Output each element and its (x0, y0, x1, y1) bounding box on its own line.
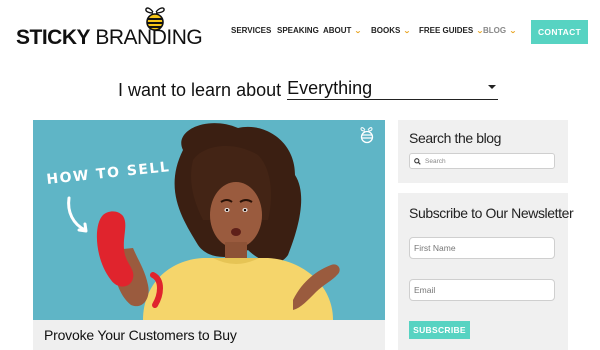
newsletter-widget: Subscribe to Our Newsletter First Name E… (398, 193, 574, 350)
hero-illustration: HOW TO SELL (33, 120, 385, 320)
featured-post-image[interactable]: HOW TO SELL (33, 120, 385, 320)
topic-selector-label: I want to learn about (118, 80, 282, 100)
post-title-link[interactable]: Provoke Your Customers to Buy (44, 327, 237, 343)
nav-label: BOOKS (371, 26, 401, 35)
nav-item-services[interactable]: SERVICES (231, 26, 275, 35)
nav-item-blog[interactable]: BLOG ⌄ (483, 26, 517, 35)
email-field[interactable]: Email (409, 279, 555, 301)
topic-selected-value: Everything (287, 78, 373, 98)
nav-label: ABOUT (323, 26, 352, 35)
nav-item-free-guides[interactable]: FREE GUIDES ⌄ (419, 26, 484, 35)
nav-item-about[interactable]: ABOUT ⌄ (323, 26, 371, 35)
first-name-field[interactable]: First Name (409, 237, 555, 259)
nav-label: SERVICES (231, 26, 272, 35)
main-nav: SERVICES SPEAKING ABOUT ⌄ BOOKS ⌄ FREE GUI… (231, 26, 517, 35)
search-placeholder: Search (425, 157, 446, 165)
contact-button[interactable]: CONTACT (531, 20, 588, 44)
nav-label: FREE GUIDES (419, 26, 474, 35)
topic-dropdown[interactable]: Everything (287, 78, 499, 100)
search-heading: Search the blog (409, 130, 502, 146)
chevron-down-icon: ⌄ (354, 27, 363, 35)
nav-item-speaking[interactable]: SPEAKING (277, 26, 322, 35)
newsletter-heading: Subscribe to Our Newsletter (409, 205, 574, 221)
search-icon (414, 157, 421, 165)
email-placeholder: Email (414, 285, 436, 295)
nav-label: BLOG (483, 26, 507, 35)
nav-item-books[interactable]: BOOKS ⌄ (371, 26, 419, 35)
first-name-placeholder: First Name (414, 243, 456, 253)
topic-selector: I want to learn about Everything (118, 78, 499, 100)
search-input[interactable]: Search (409, 153, 555, 169)
chevron-down-icon: ⌄ (403, 27, 412, 35)
logo-word-sticky: STICKY (16, 26, 91, 49)
chevron-down-icon: ⌄ (476, 27, 484, 35)
bee-logo-icon (145, 7, 165, 31)
subscribe-button[interactable]: SUBSCRIBE (409, 321, 470, 339)
dropdown-arrow-icon (488, 85, 497, 89)
chevron-down-icon: ⌄ (509, 27, 517, 35)
site-logo[interactable]: STICKY BRANDING (16, 7, 203, 49)
search-widget: Search the blog Search (398, 120, 568, 183)
post-title-bar: Provoke Your Customers to Buy (33, 320, 385, 350)
nav-label: SPEAKING (277, 26, 319, 35)
